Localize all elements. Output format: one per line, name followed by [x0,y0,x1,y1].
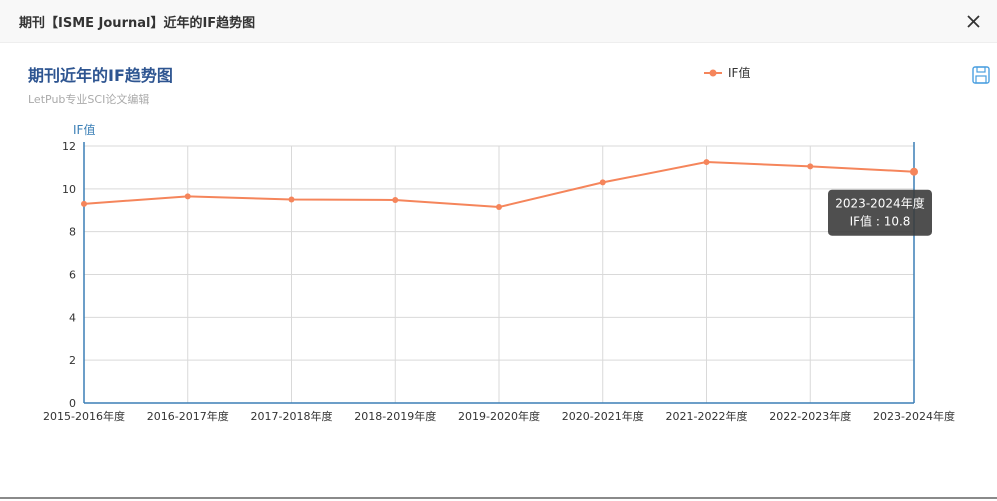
x-tick-label: 2019-2020年度 [458,409,540,423]
tooltip: 2023-2024年度 IF值 : 10.8 [828,189,932,236]
bottom-divider [0,497,997,499]
y-tick-label: 4 [69,311,76,324]
data-point[interactable] [184,193,191,200]
data-point[interactable] [599,179,606,186]
close-icon [967,15,980,28]
x-tick-label: 2015-2016年度 [43,409,125,423]
data-point[interactable] [496,204,502,211]
dialog-header: 期刊【ISME Journal】近年的IF趋势图 [0,0,997,43]
tooltip-value: IF值 : 10.8 [850,214,911,229]
legend-marker-icon [709,69,717,77]
y-axis-label: IF值 [73,122,95,137]
x-tick-label: 2023-2024年度 [873,409,955,423]
x-tick-label: 2021-2022年度 [666,409,748,423]
data-point[interactable] [81,200,87,207]
x-tick-label: 2016-2017年度 [147,409,229,423]
legend-label: IF值 [728,65,750,80]
chart-title: 期刊近年的IF趋势图 [28,66,173,85]
save-image-button[interactable] [972,66,990,84]
x-tick-label: 2022-2023年度 [769,409,851,423]
y-tick-label: 12 [62,140,76,153]
y-tick-label: 0 [69,397,76,410]
close-button[interactable] [962,10,984,32]
data-point[interactable] [807,163,814,170]
y-tick-labels: 0 2 4 6 8 10 12 [62,140,76,410]
x-tick-label: 2017-2018年度 [251,409,333,423]
save-icon [972,66,990,84]
x-tick-labels: 2015-2016年度 2016-2017年度 2017-2018年度 2018-20… [43,409,955,423]
y-tick-label: 2 [69,354,76,367]
data-point[interactable] [392,196,399,203]
if-trend-chart: 期刊近年的IF趋势图 LetPub专业SCI论文编辑 IF值 IF值 0 2 4 6 8… [28,65,990,423]
dialog-title: 期刊【ISME Journal】近年的IF趋势图 [19,16,256,31]
x-tick-label: 2020-2021年度 [562,409,644,423]
y-tick-label: 6 [69,269,76,282]
y-tick-label: 8 [69,226,76,239]
grid [83,145,915,404]
legend[interactable]: IF值 [704,65,750,80]
tooltip-title: 2023-2024年度 [835,196,924,211]
data-point[interactable] [910,167,918,176]
chart-subtitle: LetPub专业SCI论文编辑 [28,92,149,106]
y-tick-label: 10 [62,183,76,196]
data-point[interactable] [703,159,710,166]
x-tick-label: 2018-2019年度 [354,409,436,423]
data-point[interactable] [288,196,295,203]
